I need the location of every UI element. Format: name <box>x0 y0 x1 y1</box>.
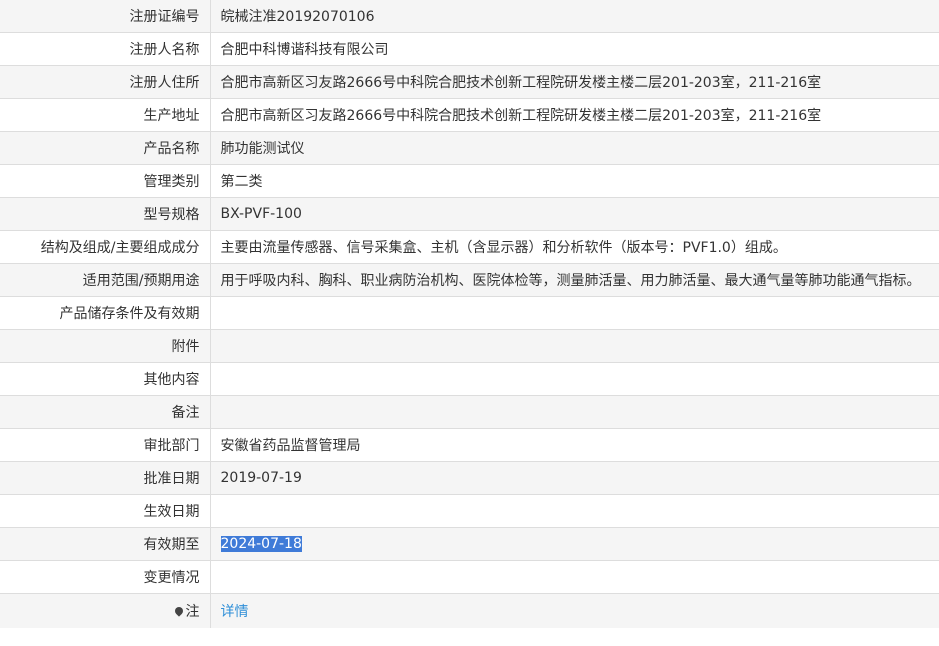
field-value: 2019-07-19 <box>210 461 939 495</box>
field-value: 肺功能测试仪 <box>210 131 939 165</box>
field-value: 合肥市高新区习友路2666号中科院合肥技术创新工程院研发楼主楼二层201-203… <box>210 65 939 99</box>
field-label: 注册人名称 <box>0 32 211 66</box>
field-label: 产品储存条件及有效期 <box>0 296 211 330</box>
table-row: 注册证编号 皖械注准20192070106 <box>0 0 939 33</box>
field-value: 用于呼吸内科、胸科、职业病防治机构、医院体检等，测量肺活量、用力肺活量、最大通气… <box>210 263 939 297</box>
field-value: 合肥中科博谐科技有限公司 <box>210 32 939 66</box>
field-value <box>210 362 939 396</box>
field-label: 变更情况 <box>0 560 211 594</box>
note-label: 注 <box>185 603 200 620</box>
table-row: 有效期至 2024-07-18 <box>0 527 939 561</box>
field-label: 生效日期 <box>0 494 211 528</box>
note-value-cell: 详情 <box>210 593 939 628</box>
table-row: 注册人住所 合肥市高新区习友路2666号中科院合肥技术创新工程院研发楼主楼二层2… <box>0 65 939 99</box>
field-label: 注册人住所 <box>0 65 211 99</box>
field-value: 安徽省药品监督管理局 <box>210 428 939 462</box>
table-row: 批准日期 2019-07-19 <box>0 461 939 495</box>
field-label: 附件 <box>0 329 211 363</box>
selected-date-text[interactable]: 2024-07-18 <box>220 535 302 552</box>
table-row: 附件 <box>0 329 939 363</box>
table-row: 注 详情 <box>0 593 939 628</box>
table-row: 生产地址 合肥市高新区习友路2666号中科院合肥技术创新工程院研发楼主楼二层20… <box>0 98 939 132</box>
field-value <box>210 329 939 363</box>
field-value: 皖械注准20192070106 <box>210 0 939 33</box>
field-value <box>210 494 939 528</box>
field-value <box>210 395 939 429</box>
field-label: 其他内容 <box>0 362 211 396</box>
table-row: 结构及组成/主要组成成分 主要由流量传感器、信号采集盒、主机（含显示器）和分析软… <box>0 230 939 264</box>
field-value: 合肥市高新区习友路2666号中科院合肥技术创新工程院研发楼主楼二层201-203… <box>210 98 939 132</box>
table-row: 备注 <box>0 395 939 429</box>
table-row: 变更情况 <box>0 560 939 594</box>
table-row: 管理类别 第二类 <box>0 164 939 198</box>
table-row: 产品储存条件及有效期 <box>0 296 939 330</box>
field-label: 生产地址 <box>0 98 211 132</box>
field-label: 适用范围/预期用途 <box>0 263 211 297</box>
field-label: 管理类别 <box>0 164 211 198</box>
details-link[interactable]: 详情 <box>221 604 249 620</box>
field-value <box>210 560 939 594</box>
field-label: 有效期至 <box>0 527 211 561</box>
table-row: 其他内容 <box>0 362 939 396</box>
table-row: 适用范围/预期用途 用于呼吸内科、胸科、职业病防治机构、医院体检等，测量肺活量、… <box>0 263 939 297</box>
field-value: 第二类 <box>210 164 939 198</box>
field-label: 注册证编号 <box>0 0 211 33</box>
field-value: BX-PVF-100 <box>210 197 939 231</box>
field-label: 批准日期 <box>0 461 211 495</box>
field-label: 产品名称 <box>0 131 211 165</box>
field-label: 型号规格 <box>0 197 211 231</box>
field-label: 审批部门 <box>0 428 211 462</box>
table-row: 型号规格 BX-PVF-100 <box>0 197 939 231</box>
field-label: 备注 <box>0 395 211 429</box>
field-value: 主要由流量传感器、信号采集盒、主机（含显示器）和分析软件（版本号：PVF1.0）… <box>210 230 939 264</box>
table-row: 生效日期 <box>0 494 939 528</box>
table-row: 注册人名称 合肥中科博谐科技有限公司 <box>0 32 939 66</box>
field-value <box>210 296 939 330</box>
field-label: 结构及组成/主要组成成分 <box>0 230 211 264</box>
pin-icon <box>172 605 185 617</box>
table-row: 产品名称 肺功能测试仪 <box>0 131 939 165</box>
note-label-cell: 注 <box>0 593 211 628</box>
table-row: 审批部门 安徽省药品监督管理局 <box>0 428 939 462</box>
registration-detail-table: 注册证编号 皖械注准20192070106 注册人名称 合肥中科博谐科技有限公司… <box>0 0 939 628</box>
field-value: 2024-07-18 <box>210 527 939 561</box>
